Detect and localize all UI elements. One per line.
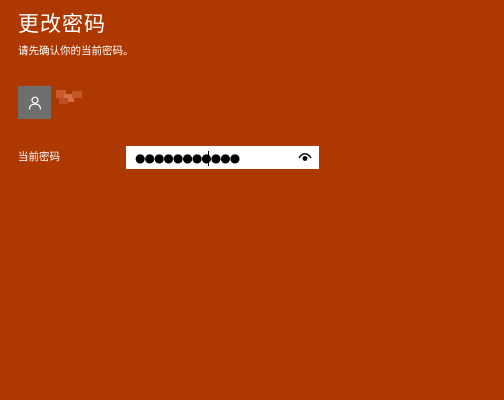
text-caret [208,151,209,166]
current-password-field[interactable]: ●●●●●●●●●●● [126,146,319,169]
reveal-password-button[interactable] [296,149,314,167]
current-password-label: 当前密码 [18,151,60,163]
person-icon [28,96,41,110]
username-redacted [56,88,84,106]
page-title: 更改密码 [18,12,106,36]
page-subtitle: 请先确认你的当前密码。 [18,45,134,57]
password-value: ●●●●●●●●●●● [135,151,240,165]
eye-icon [298,153,312,161]
avatar [18,86,51,119]
